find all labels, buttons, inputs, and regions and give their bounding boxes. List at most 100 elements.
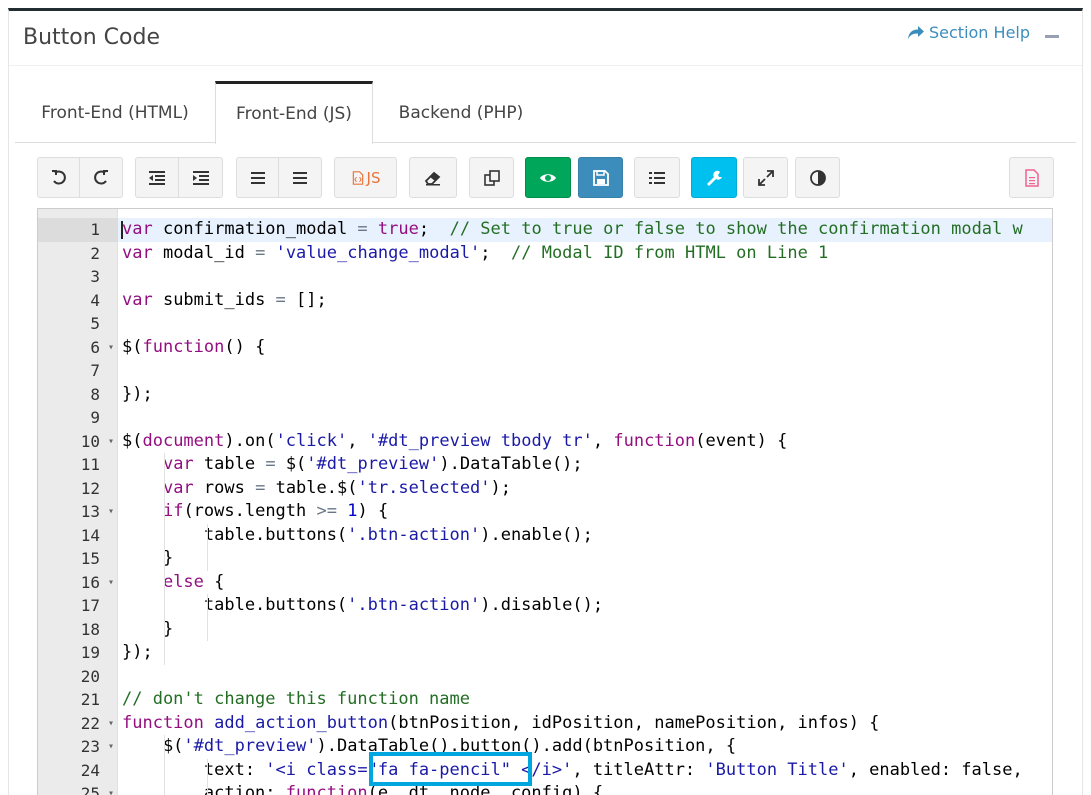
code-token: $( — [122, 736, 184, 756]
code-token: () { — [224, 336, 266, 357]
annotation-highlight-box — [369, 752, 532, 786]
line-number-text: 19 — [80, 643, 100, 662]
fold-toggle-icon[interactable]: ▾ — [108, 430, 114, 454]
line-number-text: 6 — [90, 337, 100, 357]
code-token: ; — [418, 219, 450, 239]
fullscreen-button[interactable] — [743, 157, 788, 198]
undo-icon — [51, 169, 66, 185]
export-pdf-button[interactable] — [1009, 157, 1054, 198]
code-token: confirmation_modal — [152, 219, 358, 239]
line-number-text: 5 — [90, 314, 100, 333]
code-token: '#dt_preview tbody tr' — [367, 430, 593, 451]
preview-button[interactable] — [525, 157, 571, 198]
line-number: 2 — [38, 242, 118, 266]
indent-guide — [207, 758, 208, 795]
align-left-button[interactable] — [236, 157, 279, 198]
code-token: , enabled: false, — [848, 759, 1023, 780]
line-number-text: 21 — [80, 690, 100, 709]
code-token: var — [122, 219, 153, 239]
code-token: = — [255, 477, 266, 498]
code-token: = — [265, 454, 276, 474]
tab-front-end-html[interactable]: Front-End (HTML) — [15, 81, 215, 143]
code-token: = — [275, 289, 286, 310]
code-token: rows — [193, 477, 256, 498]
save-button[interactable] — [578, 157, 623, 198]
line-number: 5 — [38, 312, 118, 336]
line-number-text: 17 — [80, 596, 100, 615]
code-token: 'tr.selected' — [357, 477, 491, 498]
code-token: 1 — [347, 501, 358, 521]
code-token: table — [193, 454, 266, 474]
code-token: { — [203, 571, 225, 592]
line-number-text: 16 — [80, 572, 100, 592]
code-line: var modal_id = 'value_change_modal'; // … — [122, 242, 828, 266]
fold-toggle-icon[interactable]: ▾ — [108, 336, 114, 360]
code-token: table.$( — [265, 477, 358, 498]
line-number-text: 3 — [90, 267, 100, 286]
fold-toggle-icon[interactable]: ▾ — [108, 712, 114, 736]
code-token: // don't change this function name — [122, 689, 470, 709]
theme-toggle-button[interactable] — [795, 157, 840, 198]
line-number-text: 4 — [90, 290, 100, 310]
line-number-text: 8 — [90, 384, 100, 404]
fold-toggle-icon[interactable]: ▾ — [108, 571, 114, 595]
code-token: else — [162, 571, 204, 592]
code-token: true — [377, 219, 419, 239]
line-number-gutter: 1 2 3 4 5 6 ▾ 7 8 9 10 ▾ 11 12 13 ▾ 14 15 16 ▾ 17 18 19 20 21 22 ▾… — [38, 209, 118, 795]
code-token: = — [357, 219, 368, 239]
section-help-link[interactable]: Section Help — [907, 23, 1030, 42]
code-line: $(function() { — [122, 336, 265, 360]
fold-toggle-icon[interactable]: ▾ — [108, 782, 114, 795]
copy-button[interactable] — [469, 157, 514, 198]
line-number: 4 — [38, 289, 118, 313]
code-line: // don't change this function name — [122, 688, 470, 712]
line-number: 7 — [38, 359, 118, 383]
code-editor[interactable]: 1 2 3 4 5 6 ▾ 7 8 9 10 ▾ 11 12 13 ▾ 14 15 16 ▾ 17 18 19 20 21 22 ▾… — [37, 208, 1053, 795]
code-line: var table = $('#dt_preview').DataTable()… — [122, 453, 583, 477]
line-number: 25 ▾ — [38, 782, 118, 795]
code-token: }); — [122, 383, 153, 404]
code-token: >= — [316, 501, 337, 521]
line-number-text: 18 — [80, 619, 100, 639]
expand-icon — [757, 169, 774, 186]
tab-front-end-js[interactable]: Front-End (JS) — [215, 81, 373, 144]
line-number: 9 — [38, 406, 118, 430]
code-token: // Modal ID from HTML on Line 1 — [511, 242, 829, 263]
code-token: submit_ids — [152, 289, 276, 310]
outdent-button[interactable] — [135, 157, 179, 198]
line-number-text: 9 — [90, 408, 100, 427]
tab-backend-php[interactable]: Backend (PHP) — [373, 81, 549, 143]
code-content[interactable]: var confirmation_modal = true; // Set to… — [118, 209, 1052, 795]
align-justify-button[interactable] — [279, 157, 322, 198]
redo-button[interactable] — [80, 157, 123, 198]
indent-button[interactable] — [179, 157, 223, 198]
line-number: 21 — [38, 688, 118, 712]
code-token: '.btn-action' — [347, 524, 481, 545]
code-line: var rows = table.$('tr.selected'); — [122, 477, 511, 501]
beautify-js-button[interactable]: JS — [334, 157, 397, 198]
collapse-button[interactable] — [1045, 35, 1059, 38]
panel-title: Button Code — [23, 25, 161, 50]
code-token: modal_id — [152, 242, 256, 263]
eraser-icon — [424, 171, 441, 185]
list-button[interactable] — [634, 157, 680, 198]
contrast-icon — [809, 169, 826, 186]
code-line: text: '<i class="fa fa-pencil" </i>', ti… — [122, 759, 1023, 783]
code-token: var — [162, 477, 194, 498]
code-token: = — [255, 242, 266, 263]
clear-button[interactable] — [409, 157, 457, 198]
line-number-text: 15 — [80, 549, 100, 568]
line-number-text: 10 — [80, 431, 100, 451]
line-number-text: 2 — [90, 243, 100, 263]
undo-button[interactable] — [37, 157, 80, 198]
line-number-text: 11 — [80, 455, 100, 474]
line-number: 1 — [38, 218, 118, 242]
line-number: 15 — [38, 547, 118, 571]
line-number-text: 24 — [80, 760, 100, 780]
fold-toggle-icon[interactable]: ▾ — [108, 735, 114, 759]
fold-toggle-icon[interactable]: ▾ — [108, 500, 114, 524]
settings-button[interactable] — [691, 157, 737, 198]
